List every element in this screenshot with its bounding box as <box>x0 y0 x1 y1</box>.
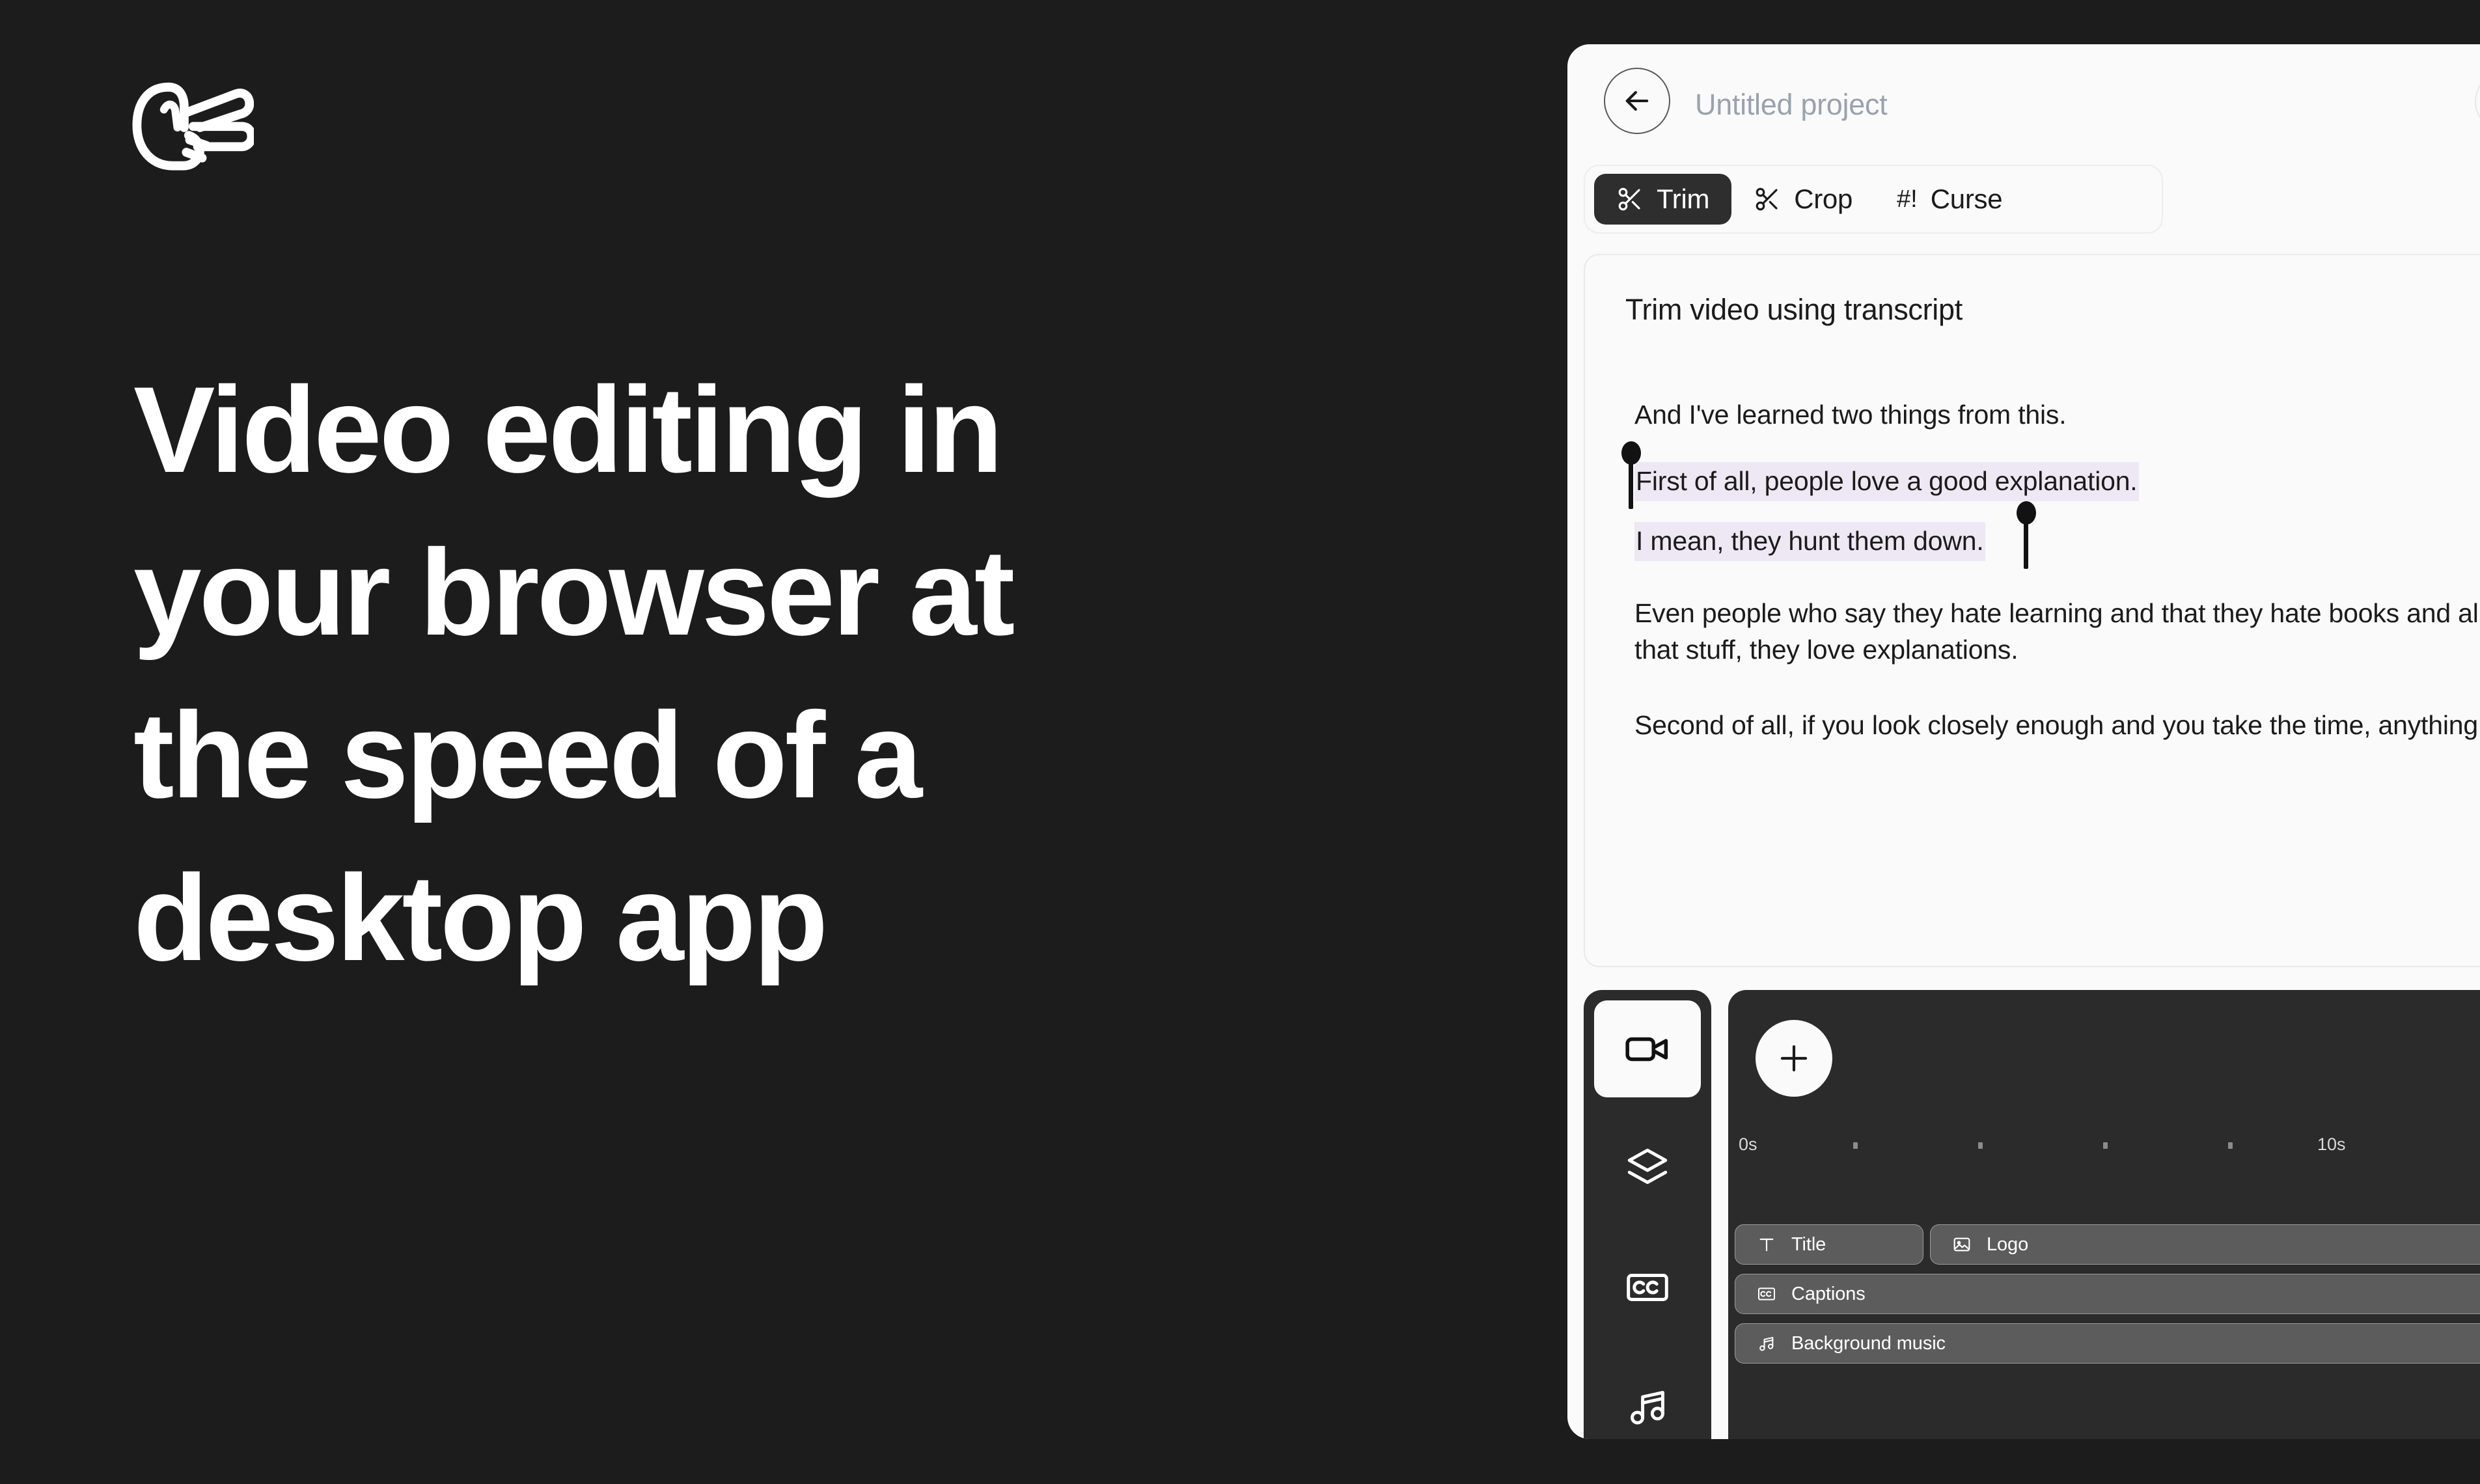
transcript-card: Trim video using transcript And I've lea… <box>1584 254 2480 967</box>
transcript-paragraph[interactable]: Even people who say they hate learning a… <box>1625 596 2480 668</box>
tool-rail <box>1584 990 1711 1439</box>
hand-scissors-icon <box>132 82 256 171</box>
transcript-line-text: And I've learned two things from this. <box>1634 400 2067 430</box>
closed-captions-icon <box>1758 1287 1775 1300</box>
hero-headline: Video editing in your browser at the spe… <box>133 348 1552 999</box>
closed-captions-icon <box>1627 1273 1668 1301</box>
transcript-line-selected[interactable]: I mean, they hunt them down. <box>1625 501 2480 569</box>
timeline-track: Captions <box>1728 1274 2480 1314</box>
plus-icon <box>1780 1045 1808 1072</box>
clip-label: Title <box>1791 1233 1826 1255</box>
app-header: Untitled project <box>1567 44 2480 160</box>
ruler-tick <box>2103 1142 2108 1149</box>
hashbang-icon: #! <box>1897 185 1918 213</box>
image-icon <box>1953 1237 1970 1252</box>
ruler-tick <box>1853 1142 1858 1149</box>
transcript-paragraph[interactable]: Second of all, if you look closely enoug… <box>1625 708 2480 744</box>
headline-line: Video editing in <box>133 361 1003 498</box>
headline-line: your browser at <box>133 524 1015 661</box>
scissors-icon <box>1616 186 1644 213</box>
add-clip-button[interactable] <box>1756 1020 1832 1097</box>
timeline-tracks: Title Logo Captions Background music <box>1728 1224 2480 1373</box>
transcript-title: Trim video using transcript <box>1625 293 1963 326</box>
music-note-icon <box>1759 1337 1774 1351</box>
video-camera-icon <box>1625 1037 1668 1061</box>
layers-icon <box>1627 1148 1668 1184</box>
app-window: Untitled project Trim Crop #! Curse Trim… <box>1567 44 2480 1439</box>
headline-line: desktop app <box>133 849 828 987</box>
page-root: Video editing in your browser at the spe… <box>0 0 2480 1484</box>
scissors-icon <box>1754 186 1781 213</box>
ruler-tick <box>1978 1142 1983 1149</box>
project-title[interactable]: Untitled project <box>1695 88 1888 122</box>
brand-logo <box>130 78 256 176</box>
back-button[interactable] <box>1604 68 1670 134</box>
transcript-line-text: First of all, people love a good explana… <box>1634 461 2139 501</box>
arrow-left-icon <box>1625 90 1649 111</box>
tool-video[interactable] <box>1594 1000 1701 1097</box>
handle-stem <box>1629 461 1633 509</box>
tool-music[interactable] <box>1594 1358 1701 1439</box>
transcript-line-text: I mean, they hunt them down. <box>1634 521 1985 561</box>
tab-label: Curse <box>1930 184 2003 214</box>
clip-captions[interactable]: Captions <box>1735 1274 2480 1314</box>
tab-curse[interactable]: #! Curse <box>1875 174 2024 225</box>
ruler-label-start: 0s <box>1739 1134 1757 1154</box>
clip-logo[interactable]: Logo <box>1930 1224 2480 1265</box>
tool-captions[interactable] <box>1594 1239 1701 1336</box>
timeline-panel: 0s 10s Title Logo Captions Background mu… <box>1728 990 2480 1439</box>
headline-line: the speed of a <box>133 687 922 824</box>
tab-crop[interactable]: Crop <box>1731 174 1875 225</box>
text-icon <box>1759 1238 1774 1252</box>
timeline-track: Background music <box>1728 1323 2480 1364</box>
ruler-label-end: 10s <box>2317 1134 2346 1154</box>
transcript-line[interactable]: And I've learned two things from this. <box>1625 397 2480 433</box>
share-button[interactable] <box>2475 72 2480 131</box>
clip-label: Logo <box>1987 1233 2029 1255</box>
clip-label: Captions <box>1791 1283 1866 1304</box>
clip-title[interactable]: Title <box>1735 1224 1923 1265</box>
handle-knob <box>2017 501 2036 525</box>
timeline-track: Title Logo <box>1728 1224 2480 1265</box>
tool-layers[interactable] <box>1594 1120 1701 1216</box>
tab-label: Crop <box>1794 184 1853 214</box>
music-note-icon <box>1631 1390 1664 1424</box>
tab-label: Trim <box>1657 184 1710 214</box>
clip-background-music[interactable]: Background music <box>1735 1323 2480 1364</box>
clip-label: Background music <box>1791 1332 1946 1354</box>
timeline-ruler[interactable]: 0s 10s <box>1728 1132 2480 1168</box>
tab-trim[interactable]: Trim <box>1594 174 1732 225</box>
tab-bar: Trim Crop #! Curse <box>1584 165 2163 234</box>
ruler-tick <box>2228 1142 2233 1149</box>
handle-stem <box>2024 521 2028 569</box>
transcript-line-selected[interactable]: First of all, people love a good explana… <box>1621 441 2480 509</box>
handle-knob <box>1621 441 1641 465</box>
